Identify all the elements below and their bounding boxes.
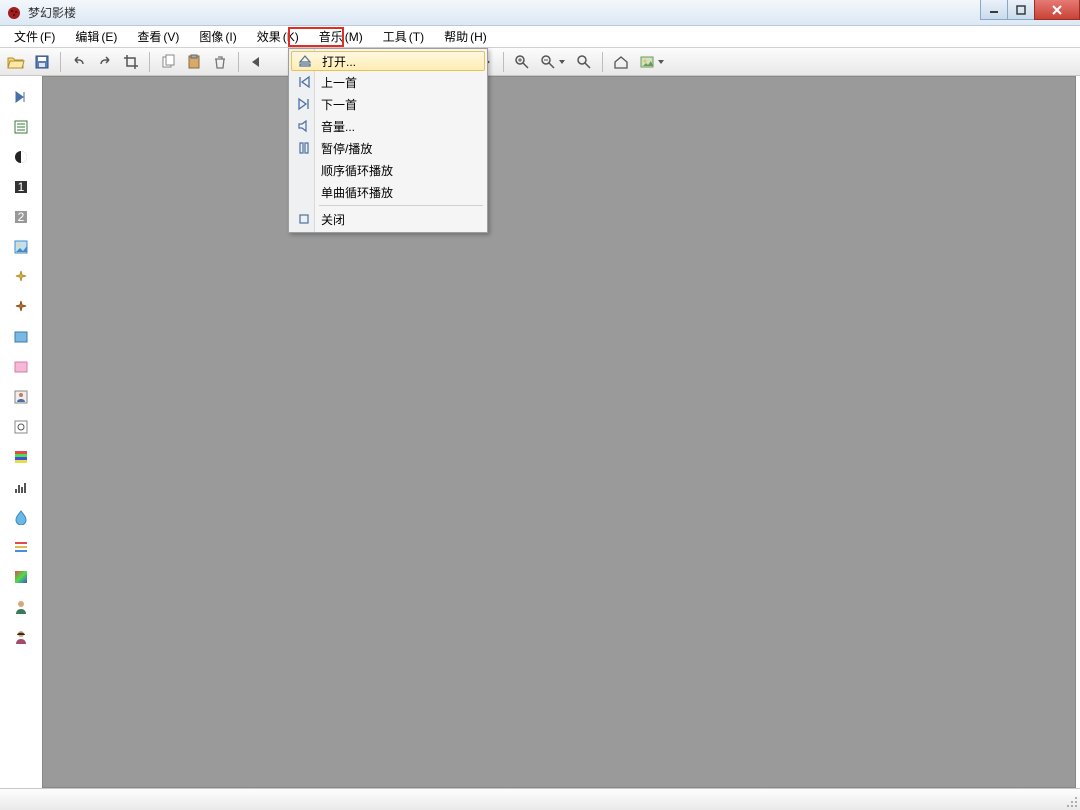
side-person1-button[interactable] (11, 597, 31, 617)
redo-button[interactable] (93, 50, 117, 74)
image-dropdown[interactable] (635, 50, 669, 74)
app-title: 梦幻影楼 (28, 4, 76, 21)
toolbar-separator (503, 52, 504, 72)
svg-text:1: 1 (18, 180, 25, 194)
app-icon (6, 5, 22, 21)
menu-tools[interactable]: 工具(T) (373, 26, 434, 47)
menu-image[interactable]: 图像(I) (189, 26, 246, 47)
open-button[interactable] (4, 50, 28, 74)
menu-help[interactable]: 帮助(H) (434, 26, 497, 47)
side-sparkle2-button[interactable] (11, 297, 31, 317)
zoom-out-dropdown[interactable] (536, 50, 570, 74)
music-dropdown: 打开... 上一首 下一首 音量... 暂停/播放 顺序循环播放 单曲循环播放 … (288, 48, 488, 233)
undo-button[interactable] (67, 50, 91, 74)
side-pink-button[interactable] (11, 357, 31, 377)
side-photo-button[interactable] (11, 327, 31, 347)
toolbar-separator (149, 52, 150, 72)
menu-music[interactable]: 音乐(M) (309, 26, 373, 47)
side-picture-button[interactable] (11, 237, 31, 257)
side-droplet-button[interactable] (11, 507, 31, 527)
dropdown-item-loop-all[interactable]: 顺序循环播放 (291, 159, 485, 181)
side-toolbar: 1 2 (4, 77, 38, 647)
menu-edit[interactable]: 编辑(E) (65, 26, 127, 47)
side-skip-button[interactable] (11, 87, 31, 107)
minimize-button[interactable] (980, 0, 1008, 20)
menu-view[interactable]: 查看(V) (127, 26, 189, 47)
dropdown-item-volume[interactable]: 音量... (291, 115, 485, 137)
dropdown-item-pauseplay[interactable]: 暂停/播放 (291, 137, 485, 159)
side-one-button[interactable]: 1 (11, 177, 31, 197)
maximize-button[interactable] (1007, 0, 1035, 20)
resize-grip[interactable] (1064, 794, 1078, 808)
prev-button[interactable] (245, 50, 269, 74)
eject-icon (292, 54, 318, 68)
pause-icon (291, 141, 317, 155)
side-person2-button[interactable] (11, 627, 31, 647)
side-adjust-button[interactable] (11, 417, 31, 437)
stop-icon (291, 212, 317, 226)
copy-button[interactable] (156, 50, 180, 74)
side-rainbow-button[interactable] (11, 447, 31, 467)
delete-button[interactable] (208, 50, 232, 74)
close-button[interactable] (1034, 0, 1080, 20)
menu-effect[interactable]: 效果(K) (247, 26, 309, 47)
menu-file[interactable]: 文件(F) (4, 26, 65, 47)
speaker-icon (291, 119, 317, 133)
side-gradient-button[interactable] (11, 567, 31, 587)
prev-track-icon (291, 75, 317, 89)
paste-button[interactable] (182, 50, 206, 74)
toolbar (0, 48, 1080, 76)
side-list-button[interactable] (11, 117, 31, 137)
menubar: 文件(F) 编辑(E) 查看(V) 图像(I) 效果(K) 音乐(M) 工具(T… (0, 26, 1080, 48)
dropdown-item-close[interactable]: 关闭 (291, 208, 485, 230)
dropdown-item-open[interactable]: 打开... (291, 51, 485, 71)
workspace (42, 76, 1076, 788)
dropdown-item-prev[interactable]: 上一首 (291, 71, 485, 93)
crop-button[interactable] (119, 50, 143, 74)
side-two-button[interactable]: 2 (11, 207, 31, 227)
next-track-icon (291, 97, 317, 111)
side-contrast-button[interactable] (11, 147, 31, 167)
zoom-reset-button[interactable] (572, 50, 596, 74)
side-portrait-button[interactable] (11, 387, 31, 407)
save-button[interactable] (30, 50, 54, 74)
window-controls (981, 0, 1080, 20)
side-sparkle-button[interactable] (11, 267, 31, 287)
home-button[interactable] (609, 50, 633, 74)
zoom-in-button[interactable] (510, 50, 534, 74)
svg-text:2: 2 (18, 210, 25, 224)
dropdown-item-next[interactable]: 下一首 (291, 93, 485, 115)
toolbar-separator (60, 52, 61, 72)
side-lines-button[interactable] (11, 537, 31, 557)
statusbar (0, 788, 1080, 810)
toolbar-separator (602, 52, 603, 72)
dropdown-item-loop-one[interactable]: 单曲循环播放 (291, 181, 485, 203)
titlebar: 梦幻影楼 (0, 0, 1080, 26)
dropdown-separator (319, 205, 483, 206)
toolbar-separator (238, 52, 239, 72)
side-levels-button[interactable] (11, 477, 31, 497)
